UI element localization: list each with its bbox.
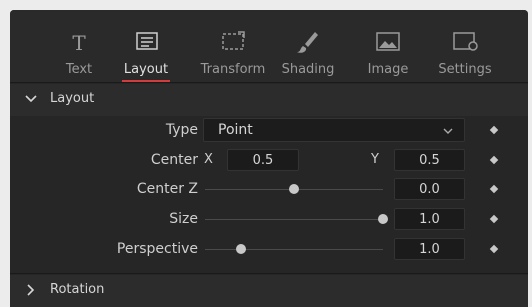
perspective-label: Perspective [116, 241, 198, 257]
keyframe-diamond-icon[interactable] [489, 244, 499, 254]
layout-section-header[interactable]: Layout [10, 84, 528, 116]
section-title: Layout [50, 91, 95, 106]
keyframe-diamond-icon[interactable] [489, 184, 499, 194]
keyframe-diamond-icon[interactable] [489, 125, 499, 135]
tab-label: Settings [438, 62, 492, 77]
layout-icon [136, 32, 158, 50]
type-dropdown[interactable]: Point [203, 118, 465, 142]
center-z-label: Center Z [136, 181, 198, 197]
center-label: Center [150, 152, 198, 168]
size-row: Size 1.0 [10, 207, 528, 233]
divider [10, 82, 528, 83]
section-title: Rotation [50, 282, 105, 297]
slider-handle[interactable] [378, 214, 388, 224]
tab-image[interactable]: Image [353, 16, 423, 78]
perspective-field[interactable]: 1.0 [394, 238, 465, 260]
keyframe-diamond-icon[interactable] [489, 214, 499, 224]
image-icon [376, 32, 400, 51]
tab-label: Layout [123, 62, 169, 77]
size-field[interactable]: 1.0 [394, 208, 465, 230]
settings-icon [453, 32, 478, 51]
tab-text[interactable]: T Text [44, 16, 114, 78]
center-z-row: Center Z 0.0 [10, 177, 528, 203]
slider-handle[interactable] [289, 184, 299, 194]
keyframe-diamond-icon[interactable] [489, 155, 499, 165]
size-label: Size [169, 211, 198, 227]
size-slider[interactable] [205, 219, 383, 220]
brush-icon [297, 32, 318, 53]
tab-bar: T Text Layout Transform Shading Image Se… [10, 10, 528, 82]
svg-text:T: T [72, 31, 86, 55]
transform-icon [222, 31, 245, 50]
slider-handle[interactable] [235, 244, 246, 254]
type-row: Type Point [10, 118, 528, 144]
chevron-down-icon [443, 128, 453, 134]
tab-shading[interactable]: Shading [273, 16, 343, 78]
tab-settings[interactable]: Settings [430, 16, 500, 78]
type-label: Type [165, 122, 198, 138]
center-z-field[interactable]: 0.0 [394, 178, 465, 200]
center-y-label: Y [371, 152, 379, 167]
tab-label: Shading [281, 62, 335, 77]
chevron-right-icon [27, 284, 35, 296]
tab-label: Image [367, 62, 409, 77]
center-y-field[interactable]: 0.5 [394, 149, 465, 171]
perspective-row: Perspective 1.0 [10, 237, 528, 263]
center-x-label: X [204, 152, 213, 167]
perspective-slider[interactable] [205, 249, 383, 250]
center-x-field[interactable]: 0.5 [227, 149, 299, 171]
chevron-down-icon [25, 95, 37, 103]
type-value: Point [218, 122, 253, 138]
text-icon: T [72, 31, 86, 55]
tab-layout[interactable]: Layout [111, 16, 181, 78]
tab-label: Transform [200, 62, 266, 77]
rotation-section-header[interactable]: Rotation [10, 275, 528, 307]
divider [10, 273, 528, 274]
inspector-panel: T Text Layout Transform Shading Image Se… [10, 10, 528, 307]
tab-transform[interactable]: Transform [198, 16, 268, 78]
center-row: Center X 0.5 Y 0.5 [10, 148, 528, 174]
tab-label: Text [65, 62, 93, 77]
